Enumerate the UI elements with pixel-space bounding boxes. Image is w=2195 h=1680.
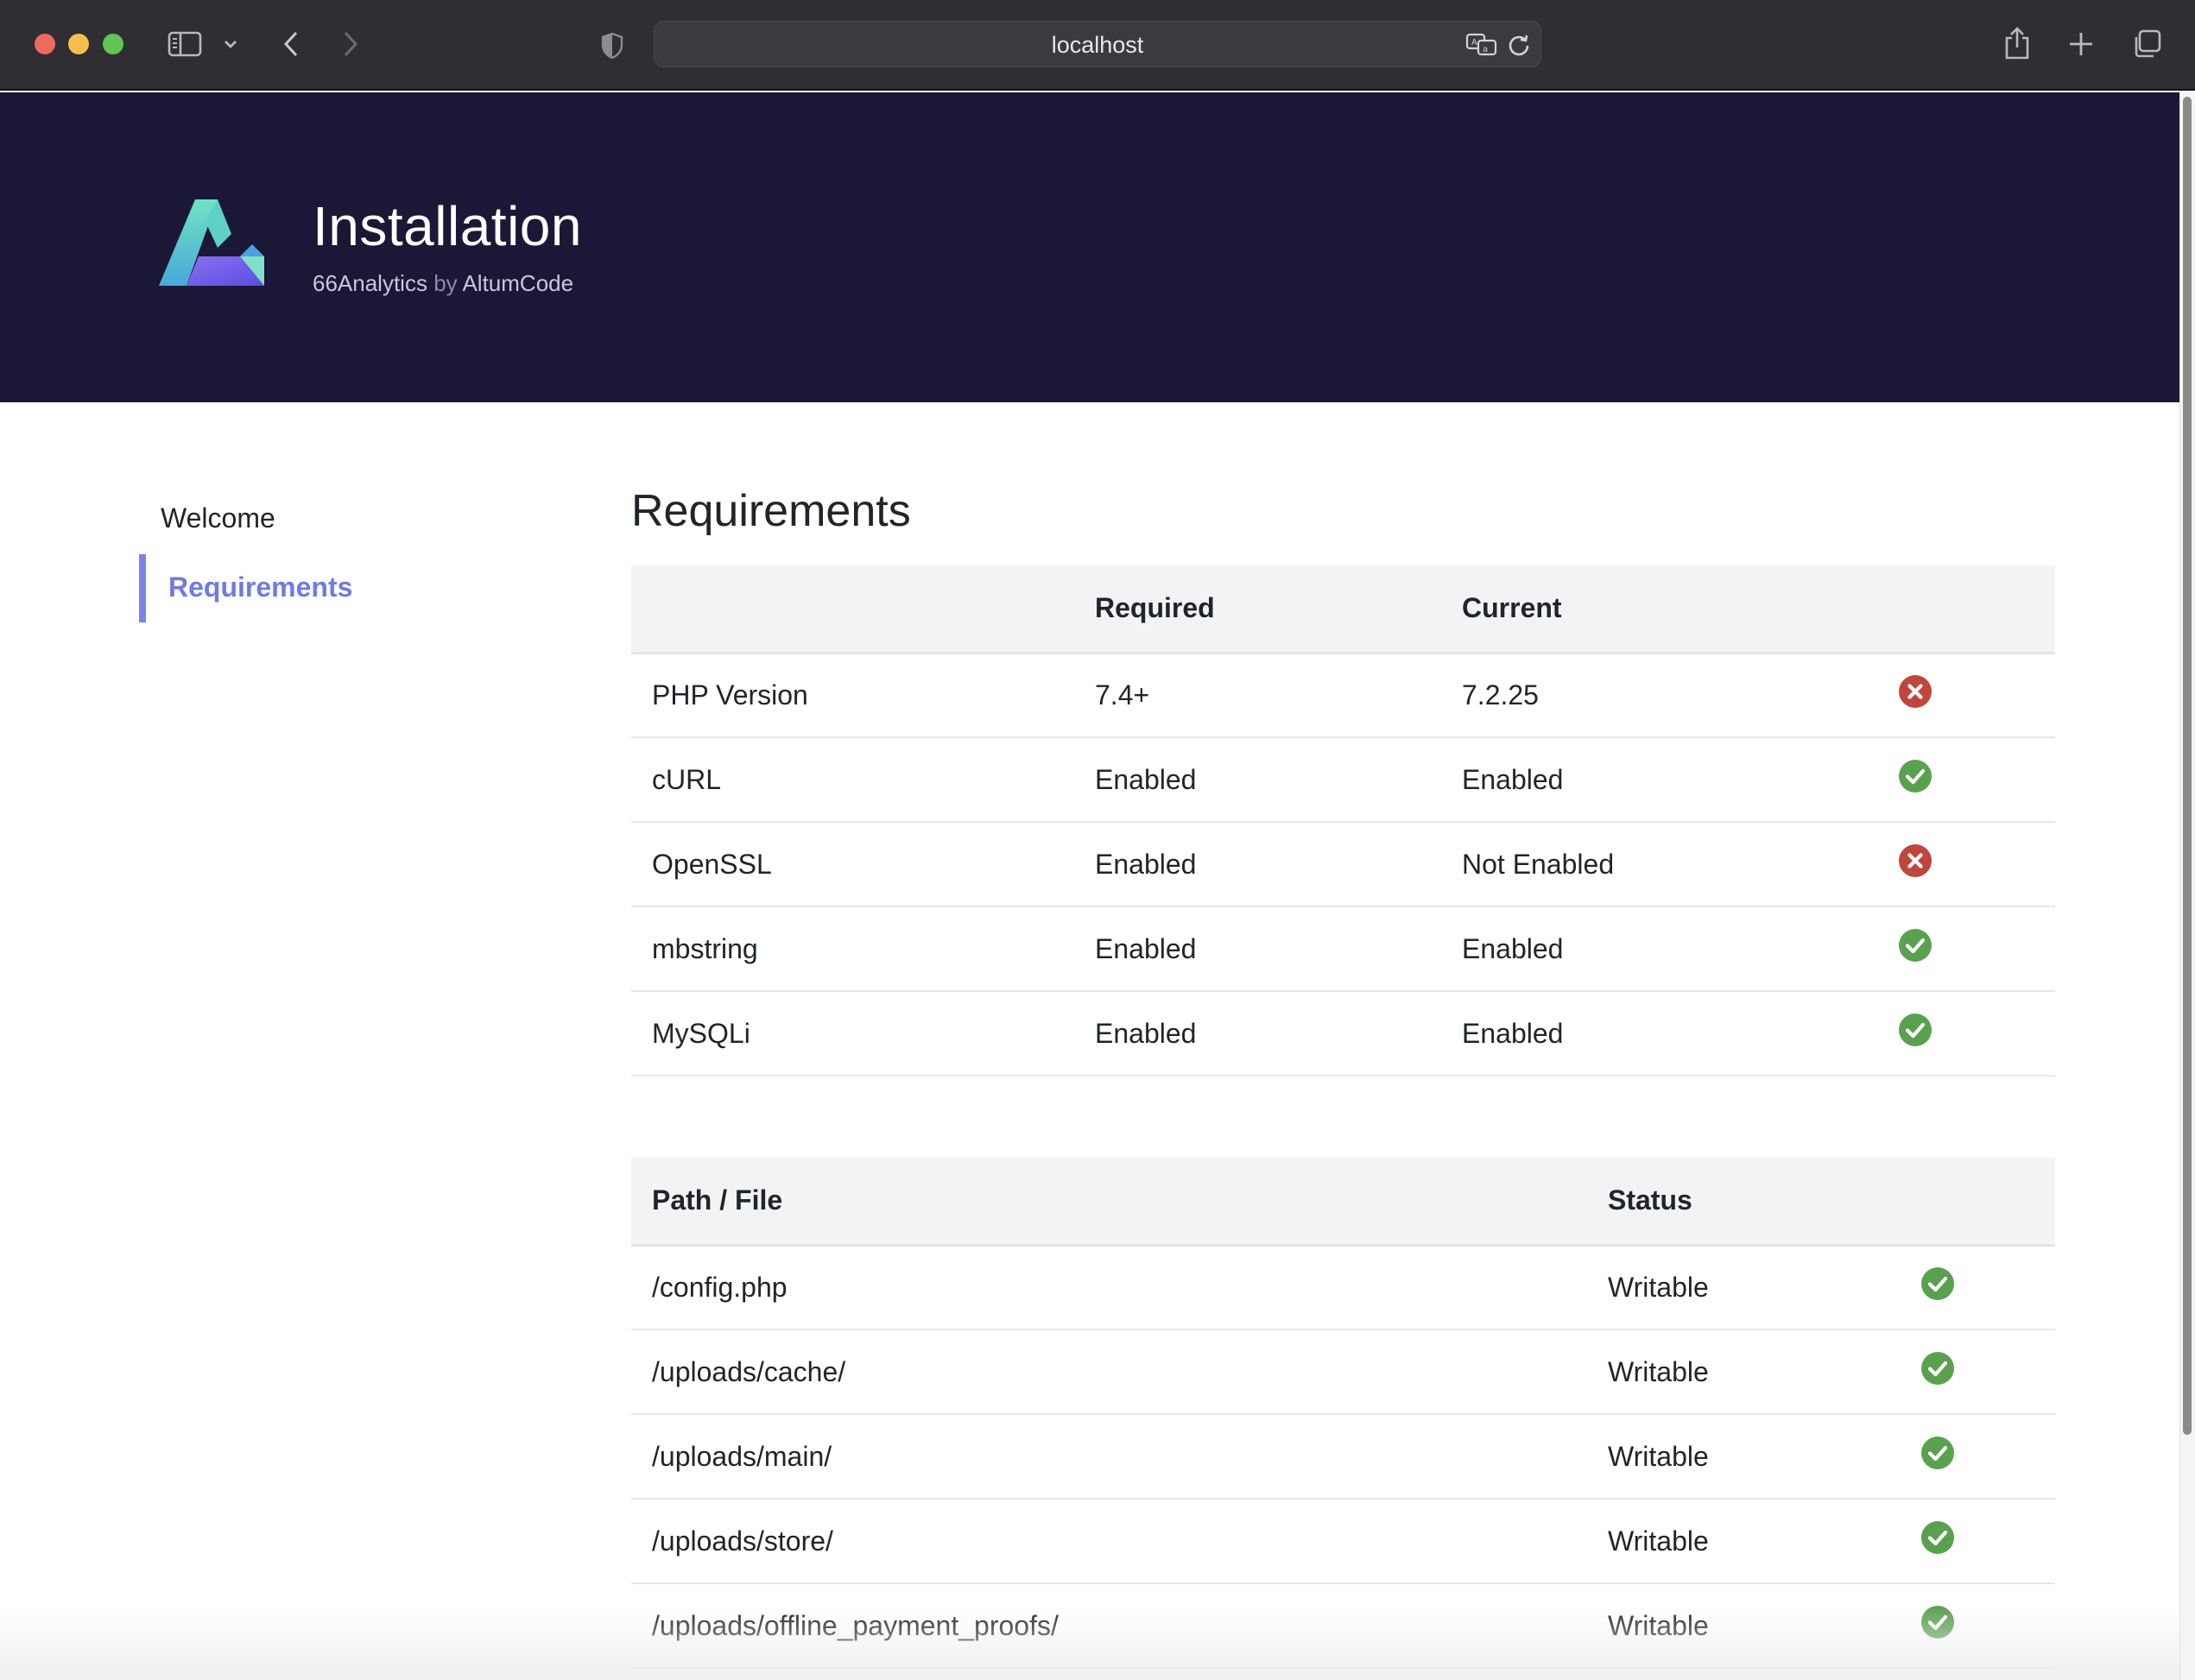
path-status-icon [1889,1583,2055,1669]
requirement-name: MySQLi [631,991,1074,1077]
requirement-required: 7.4+ [1074,653,1441,738]
requirement-current: Enabled [1441,737,1882,823]
check-circle-icon [1920,1266,1955,1308]
requirement-current: 7.2.25 [1441,653,1882,738]
requirement-required: Enabled [1074,991,1441,1077]
section-title: Requirements [631,486,911,536]
zoom-window-button[interactable] [103,34,123,54]
table-row: PHP Version 7.4+ 7.2.25 [631,653,2055,738]
check-circle-icon [1898,1013,1932,1054]
reload-icon[interactable] [1506,32,1532,58]
table-row: OpenSSL Enabled Not Enabled [631,822,2055,907]
table-header-row: Path / File Status [631,1158,2055,1247]
requirement-status [1882,906,2055,992]
path-name: /uploads/cache/ [631,1329,1587,1415]
privacy-shield-icon[interactable] [598,31,626,60]
chevron-down-icon[interactable] [221,35,240,54]
by-text: by [433,270,458,296]
error-circle-icon [1898,843,1932,885]
path-status-icon [1889,1329,2055,1415]
path-status-icon [1889,1414,2055,1500]
error-circle-icon [1898,674,1932,716]
back-arrow-icon[interactable] [276,28,306,60]
forward-arrow-icon[interactable] [336,28,365,60]
table-row: /uploads/offline_payment_proofs/Writable [631,1583,2055,1669]
paths-table: Path / File Status /config.php Writable/u… [631,1158,2055,1669]
address-bar[interactable]: localhost Aa [654,21,1541,67]
table-row: mbstring Enabled Enabled [631,906,2055,992]
check-circle-icon [1920,1351,1955,1393]
requirements-table: Required Current PHP Version 7.4+ 7.2.25 cU… [631,565,2055,1077]
translate-icon[interactable]: Aa [1464,32,1499,58]
requirement-name: OpenSSL [631,822,1074,907]
column-header-icon [1889,1158,2055,1247]
path-status: Writable [1587,1329,1889,1415]
requirement-status [1882,653,2055,738]
table-row: cURL Enabled Enabled [631,737,2055,823]
close-window-button[interactable] [35,34,55,54]
requirement-status [1882,991,2055,1077]
svg-text:a: a [1483,45,1488,54]
product-credit: 66Analytics by AltumCode [313,270,573,297]
url-text: localhost [1051,32,1144,58]
table-row: /config.php Writable [631,1245,2055,1330]
check-circle-icon [1920,1605,1955,1646]
column-header-name [631,565,1074,654]
page-heading: Installation [313,195,582,257]
check-circle-icon [1898,928,1932,969]
share-icon[interactable] [2002,24,2033,62]
product-logo [157,196,266,297]
check-circle-icon [1920,1520,1955,1562]
requirement-name: cURL [631,737,1074,823]
check-circle-icon [1920,1436,1955,1477]
sidebar-active-indicator [139,554,146,622]
column-header-required: Required [1074,565,1441,654]
svg-text:A: A [1471,38,1477,47]
table-row: /uploads/store/Writable [631,1499,2055,1584]
path-name: /config.php [631,1245,1587,1330]
plus-icon[interactable] [2066,29,2096,59]
path-name: /uploads/offline_payment_proofs/ [631,1583,1587,1669]
path-status: Writable [1587,1245,1889,1330]
product-name: 66Analytics [313,270,427,296]
requirement-current: Enabled [1441,906,1882,992]
vendor-name: AltumCode [462,270,574,296]
path-status-icon [1889,1499,2055,1584]
browser-toolbar: localhost Aa [0,0,2195,91]
column-header-path: Path / File [631,1158,1587,1247]
column-header-status [1882,565,2055,654]
sidebar-item-requirements[interactable]: Requirements [168,572,352,603]
path-status-icon [1889,1245,2055,1330]
path-status: Writable [1587,1499,1889,1584]
path-status: Writable [1587,1414,1889,1500]
requirement-current: Not Enabled [1441,822,1882,907]
sidebar-toggle-icon[interactable] [167,29,203,59]
table-row: /uploads/main/Writable [631,1414,2055,1500]
path-name: /uploads/main/ [631,1414,1587,1500]
minimize-window-button[interactable] [68,34,89,54]
table-row: /uploads/cache/Writable [631,1329,2055,1415]
page-scrollbar-thumb[interactable] [2183,97,2192,1435]
requirement-required: Enabled [1074,906,1441,992]
path-name: /uploads/store/ [631,1499,1587,1584]
column-header-status: Status [1587,1158,1889,1247]
requirement-name: PHP Version [631,653,1074,738]
tab-overview-icon[interactable] [2130,28,2163,60]
requirement-current: Enabled [1441,991,1882,1077]
table-header-row: Required Current [631,565,2055,654]
path-status: Writable [1587,1583,1889,1669]
column-header-current: Current [1441,565,1882,654]
table-row: MySQLi Enabled Enabled [631,991,2055,1077]
requirement-required: Enabled [1074,822,1441,907]
requirement-required: Enabled [1074,737,1441,823]
requirement-name: mbstring [631,906,1074,992]
check-circle-icon [1898,759,1932,800]
requirement-status [1882,737,2055,823]
installer-header: Installation 66Analytics by AltumCode [0,92,2179,402]
sidebar-item-welcome[interactable]: Welcome [161,502,275,534]
requirement-status [1882,822,2055,907]
